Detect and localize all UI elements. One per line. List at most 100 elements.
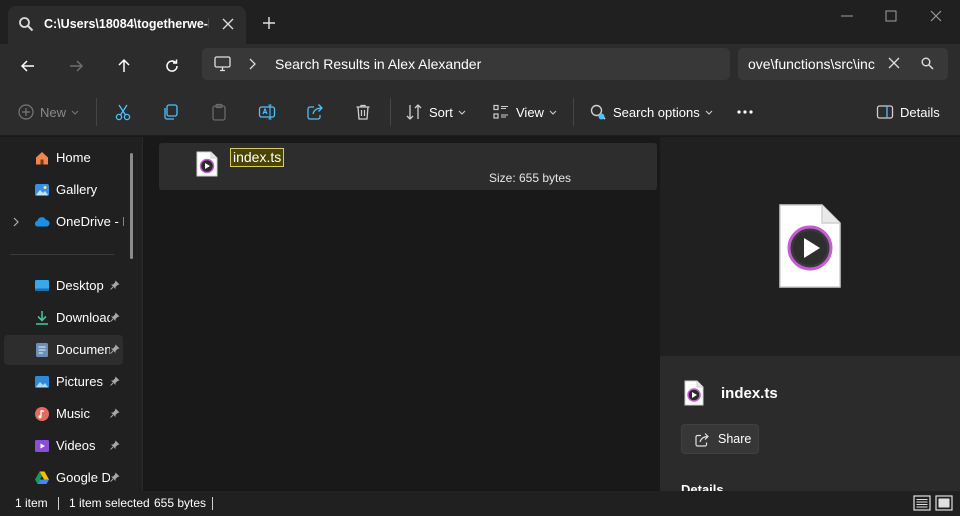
copy-button[interactable] <box>162 102 180 122</box>
chevron-down-icon <box>549 110 557 115</box>
pin-icon[interactable] <box>110 280 120 290</box>
pin-icon[interactable] <box>110 312 120 322</box>
sidebar-item-label: Google Drive <box>56 470 110 485</box>
sidebar-divider <box>10 254 114 255</box>
pin-icon[interactable] <box>110 344 120 354</box>
sidebar-item-music[interactable]: Music <box>4 399 123 429</box>
view-button[interactable]: View <box>492 102 557 122</box>
address-bar[interactable]: Search Results in Alex Alexander <box>202 48 730 80</box>
sidebar-item-google-drive[interactable]: Google Drive <box>4 463 123 491</box>
view-icon <box>492 103 510 121</box>
new-icon <box>18 104 34 120</box>
sidebar-item-onedrive[interactable]: OneDrive - P <box>4 207 124 237</box>
sidebar-item-pictures[interactable]: Pictures <box>4 367 123 397</box>
search-icon <box>18 16 34 32</box>
share-icon <box>306 103 324 121</box>
sidebar-item-label: Videos <box>56 438 96 453</box>
status-divider <box>58 497 59 510</box>
chevron-down-icon <box>458 110 466 115</box>
details-button[interactable]: Details <box>876 102 940 122</box>
new-button[interactable]: New <box>18 102 79 122</box>
media-file-icon <box>778 203 842 289</box>
sidebar-item-downloads[interactable]: Downloads <box>4 303 123 333</box>
minimize-icon[interactable] <box>832 8 862 24</box>
downloads-icon <box>34 310 50 326</box>
sidebar-item-label: Home <box>56 150 91 165</box>
list-item[interactable]: index.ts Size: 655 bytes <box>159 143 657 190</box>
share-button[interactable]: Share <box>681 424 759 454</box>
rename-icon <box>258 103 276 121</box>
share-label: Share <box>718 432 752 446</box>
sidebar-item-label: Gallery <box>56 182 98 197</box>
search-input[interactable]: ove\functions\src\inc <box>738 48 948 80</box>
window-close-icon[interactable] <box>921 8 951 24</box>
media-file-icon <box>684 380 704 406</box>
sidebar-item-home[interactable]: Home <box>4 143 123 173</box>
chevron-down-icon <box>705 110 713 115</box>
sidebar-item-label: Pictures <box>56 374 103 389</box>
search-options-icon <box>589 103 607 121</box>
sort-icon <box>405 103 423 121</box>
sort-label: Sort <box>429 104 453 120</box>
command-bar: New Sort View Search options Details <box>0 88 960 136</box>
share-button[interactable] <box>306 102 324 122</box>
sidebar-item-label: Documents <box>56 342 110 357</box>
cut-button[interactable] <box>114 102 132 122</box>
selected-size: 655 bytes <box>154 496 207 510</box>
title-bar: C:\Users\18084\togetherwe-lo <box>0 0 960 44</box>
sidebar-item-label: OneDrive - P <box>56 214 124 229</box>
sidebar-scrollbar[interactable] <box>130 153 133 259</box>
chevron-right-icon[interactable] <box>13 217 19 227</box>
rename-button[interactable] <box>258 102 276 122</box>
paste-button[interactable] <box>210 102 228 122</box>
search-icon[interactable] <box>921 57 934 70</box>
pin-icon[interactable] <box>110 408 120 418</box>
music-icon <box>34 406 50 422</box>
more-options-button[interactable] <box>736 102 754 122</box>
onedrive-icon <box>34 214 50 230</box>
sidebar-item-gallery[interactable]: Gallery <box>4 175 123 205</box>
details-view-icon[interactable] <box>913 495 931 511</box>
item-count: 1 item <box>15 496 48 510</box>
more-icon <box>736 103 754 121</box>
tiles-view-icon[interactable] <box>935 495 953 511</box>
selected-count: 1 item selected <box>69 496 150 510</box>
file-size: Size: 655 bytes <box>489 171 572 185</box>
clear-icon[interactable] <box>888 57 900 69</box>
home-icon <box>34 150 50 166</box>
search-options-button[interactable]: Search options <box>589 102 713 122</box>
breadcrumb[interactable]: Search Results in Alex Alexander <box>275 56 481 72</box>
tab-current[interactable]: C:\Users\18084\togetherwe-lo <box>8 6 246 44</box>
copy-icon <box>162 103 180 121</box>
refresh-icon[interactable] <box>161 55 183 77</box>
delete-button[interactable] <box>354 102 372 122</box>
search-query[interactable]: ove\functions\src\inc <box>748 56 884 72</box>
file-name-edit[interactable]: index.ts <box>230 148 285 167</box>
media-file-icon <box>196 151 218 177</box>
pin-icon[interactable] <box>110 440 120 450</box>
plus-icon[interactable] <box>262 16 276 30</box>
sidebar-item-videos[interactable]: Videos <box>4 431 123 461</box>
pin-icon[interactable] <box>110 472 120 482</box>
close-icon[interactable] <box>222 18 234 30</box>
sidebar-item-documents[interactable]: Documents <box>4 335 123 365</box>
pin-icon[interactable] <box>110 376 120 386</box>
google-drive-icon <box>34 470 50 486</box>
pictures-icon <box>34 374 50 390</box>
up-icon[interactable] <box>113 55 135 77</box>
address-row: Search Results in Alex Alexander ove\fun… <box>0 44 960 88</box>
chevron-right-icon[interactable] <box>248 58 256 70</box>
sidebar-item-label: Music <box>56 406 90 421</box>
back-icon[interactable] <box>17 55 39 77</box>
details-file-name: index.ts <box>721 385 778 402</box>
status-divider <box>212 497 213 510</box>
computer-icon <box>214 56 231 72</box>
cut-icon <box>114 103 132 121</box>
details-pane-icon <box>876 103 894 121</box>
sidebar-item-label: Downloads <box>56 310 110 325</box>
sidebar-item-desktop[interactable]: Desktop <box>4 271 123 301</box>
sort-button[interactable]: Sort <box>405 102 466 122</box>
forward-icon[interactable] <box>65 55 87 77</box>
chevron-down-icon <box>71 110 79 115</box>
maximize-icon[interactable] <box>876 8 906 24</box>
